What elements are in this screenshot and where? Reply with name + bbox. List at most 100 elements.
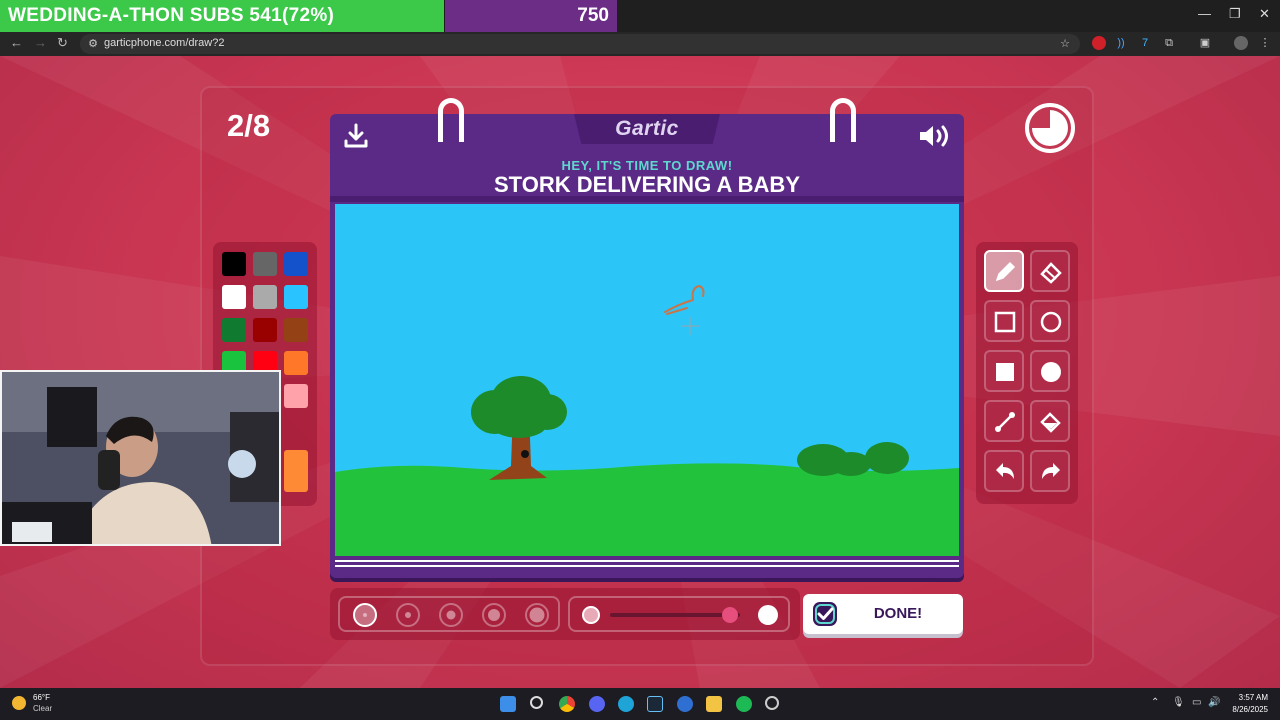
clock-date: 8/26/2025 [1232, 705, 1268, 714]
extensions-puzzle-icon[interactable]: ⧉ [1162, 36, 1176, 50]
color-swatch[interactable] [284, 252, 308, 276]
back-icon[interactable]: ← [10, 35, 23, 50]
brush-options-bar [330, 588, 800, 640]
square-fill-icon [996, 363, 1014, 381]
close-icon[interactable]: ✕ [1259, 6, 1270, 22]
gartic-logo: Gartic [615, 117, 679, 140]
network-icon[interactable]: ▭ [1192, 697, 1201, 708]
weather-desc: Clear [33, 704, 53, 713]
file-explorer-icon[interactable] [706, 696, 722, 712]
extension-signal-icon[interactable]: )) [1114, 36, 1128, 50]
fill-bucket-tool[interactable] [1030, 400, 1070, 442]
header-strip [330, 196, 964, 202]
menu-kebab-icon[interactable]: ⋮ [1258, 36, 1272, 50]
color-swatch[interactable] [222, 252, 246, 276]
count-text: 750 [577, 5, 609, 26]
subs-goal-text: WEDDING-A-THON SUBS 541(72%) [8, 5, 335, 26]
done-button[interactable]: DONE! [803, 594, 963, 634]
drawing-canvas[interactable] [335, 204, 959, 556]
eraser-icon [1040, 262, 1062, 284]
app-icon[interactable] [765, 696, 779, 710]
count-box: 750 [445, 0, 617, 32]
undo-tool[interactable] [984, 450, 1024, 492]
address-bar[interactable]: ⚙ garticphone.com/draw?2 ☆ [80, 34, 1080, 54]
discord-icon[interactable] [589, 696, 605, 712]
search-icon[interactable] [530, 696, 543, 709]
brush-size-option[interactable] [353, 603, 377, 627]
subs-goal-bar: WEDDING-A-THON SUBS 541(72%) 750 — ❐ ✕ [0, 0, 1280, 32]
forward-icon[interactable]: → [34, 35, 47, 50]
tool-panel [976, 242, 1078, 504]
checkmark-badge-icon [813, 602, 837, 626]
profile-avatar[interactable] [1234, 36, 1248, 50]
extension-translate-icon[interactable]: 7 [1138, 36, 1152, 50]
line-icon [995, 412, 1015, 432]
opacity-preview-high [758, 605, 778, 625]
spotify-icon[interactable] [736, 696, 752, 712]
edge-icon[interactable] [618, 696, 634, 712]
square-outline-icon [994, 311, 1016, 333]
color-swatch[interactable] [284, 318, 308, 342]
rectangle-outline-tool[interactable] [984, 300, 1024, 342]
color-swatch[interactable] [222, 285, 246, 309]
webcam-feed [2, 372, 279, 544]
line-tool[interactable] [984, 400, 1024, 442]
tab-search-icon[interactable]: ▣ [1198, 36, 1212, 50]
brush-size-option[interactable] [525, 603, 549, 627]
grass [335, 463, 959, 556]
tray-chevron-icon[interactable]: ⌃ [1151, 697, 1159, 708]
volume-icon[interactable]: 🔊 [1208, 697, 1220, 708]
reload-icon[interactable]: ↻ [57, 35, 68, 51]
brush-size-option[interactable] [482, 603, 506, 627]
page-edge [335, 565, 959, 567]
brush-size-option[interactable] [396, 603, 420, 627]
color-swatch[interactable] [284, 384, 308, 408]
webcam-overlay [0, 370, 281, 546]
opacity-track[interactable] [610, 613, 740, 617]
site-info-icon[interactable]: ⚙ [86, 37, 100, 51]
timer-icon [1025, 103, 1075, 153]
steam-icon[interactable] [647, 696, 663, 712]
opacity-handle[interactable] [721, 607, 738, 623]
chrome-icon[interactable] [559, 696, 575, 712]
pencil-tool[interactable] [984, 250, 1024, 292]
brush-size-selector [338, 596, 560, 632]
restore-icon[interactable]: ❐ [1229, 6, 1241, 22]
color-swatch[interactable] [284, 450, 308, 492]
start-icon[interactable] [500, 696, 516, 712]
weather-moon-icon[interactable] [12, 696, 26, 710]
brush-size-option[interactable] [439, 603, 463, 627]
weather-temp: 66°F [33, 693, 50, 702]
redo-tool[interactable] [1030, 450, 1070, 492]
eraser-tool[interactable] [1030, 250, 1070, 292]
drawing-prompt: STORK DELIVERING A BABY [494, 172, 800, 197]
circle-outline-icon [1040, 311, 1062, 333]
opacity-preview-low [582, 606, 600, 624]
circle-fill-icon [1041, 362, 1061, 382]
bookmark-star-icon[interactable]: ☆ [1058, 37, 1072, 51]
minimize-icon[interactable]: — [1198, 6, 1211, 21]
color-swatch[interactable] [284, 285, 308, 309]
done-label: DONE! [873, 605, 923, 622]
color-swatch[interactable] [222, 318, 246, 342]
browser-toolbar: ← → ↻ ⚙ garticphone.com/draw?2 ☆ )) 7 ⧉ … [0, 32, 1280, 56]
color-swatch[interactable] [284, 351, 308, 375]
rectangle-fill-tool[interactable] [984, 350, 1024, 392]
speaker-icon[interactable] [918, 122, 952, 150]
color-swatch[interactable] [253, 285, 277, 309]
url-text: garticphone.com/draw?2 [104, 37, 225, 49]
taskbar: 66°F Clear ⌃ 🎙 ▭ 🔊 3:57 AM 8/26/2025 [0, 688, 1280, 720]
extension-red-icon[interactable] [1092, 36, 1106, 50]
tree-hole [521, 450, 529, 458]
binder-ring-left [438, 98, 464, 142]
redo-icon [1042, 463, 1060, 479]
circle-fill-tool[interactable] [1030, 350, 1070, 392]
round-counter: 2/8 [227, 108, 271, 143]
microphone-icon[interactable]: 🎙 [1172, 697, 1185, 708]
download-icon[interactable] [342, 122, 370, 150]
opacity-slider[interactable] [568, 596, 790, 632]
color-swatch[interactable] [253, 318, 277, 342]
circle-outline-tool[interactable] [1030, 300, 1070, 342]
color-swatch[interactable] [253, 252, 277, 276]
battlenet-icon[interactable] [677, 696, 693, 712]
